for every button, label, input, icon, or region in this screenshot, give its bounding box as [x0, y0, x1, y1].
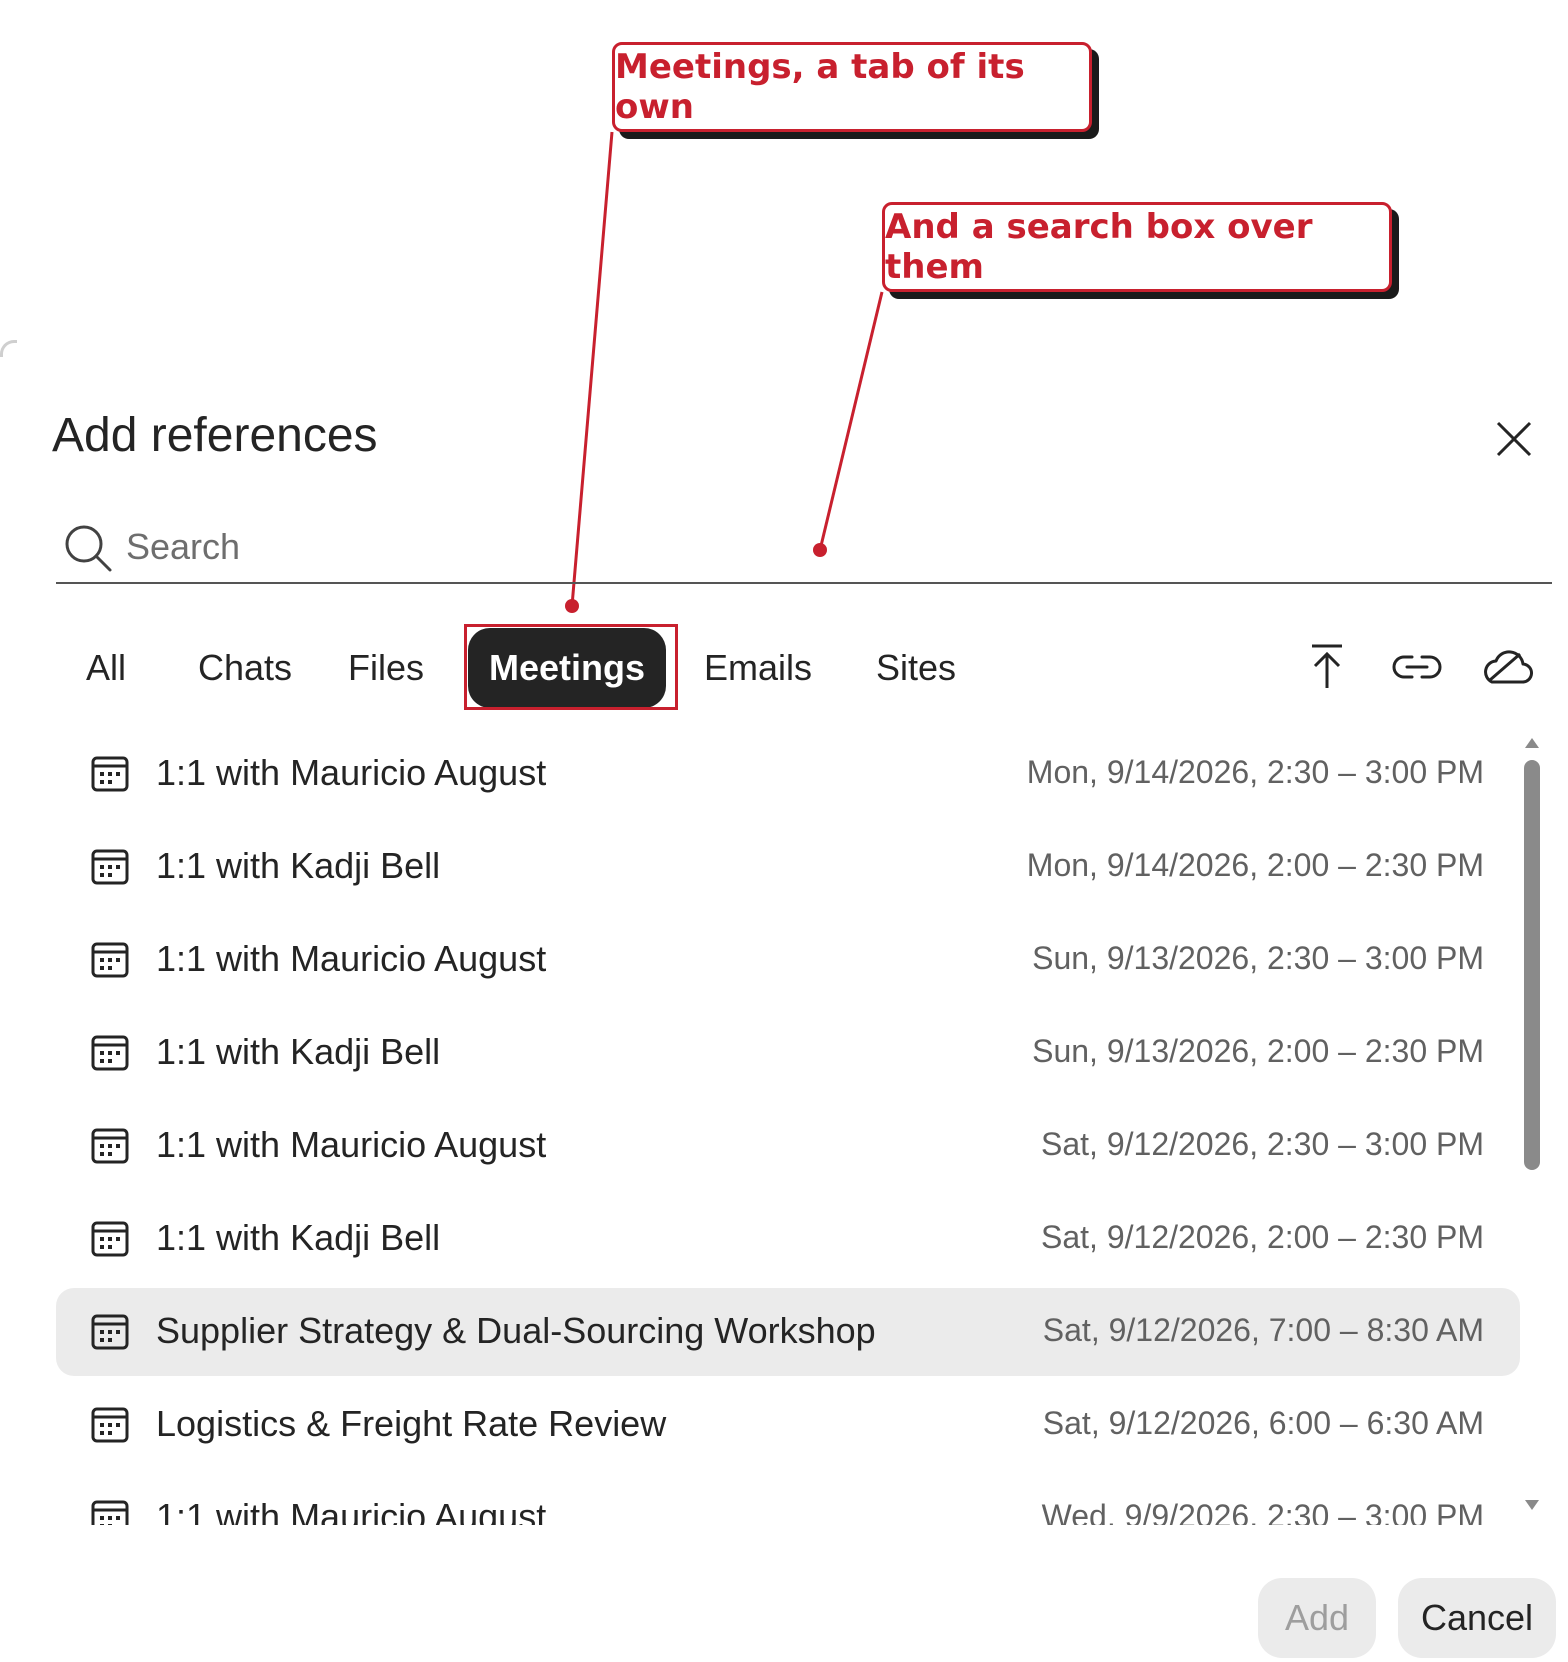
dialog-corner-edge	[0, 340, 17, 357]
tab-all[interactable]: All	[60, 628, 152, 708]
calendar-icon	[91, 849, 129, 885]
link-button[interactable]	[1390, 640, 1444, 694]
calendar-icon	[91, 942, 129, 978]
close-icon	[1496, 421, 1532, 457]
meeting-title: Logistics & Freight Rate Review	[156, 1403, 667, 1444]
link-icon	[1392, 655, 1442, 679]
meeting-title: 1:1 with Mauricio August	[156, 938, 547, 979]
meeting-datetime: Mon, 9/14/2026, 2:00 – 2:30 PM	[1026, 847, 1484, 883]
meetings-list: 1:1 with Mauricio August Mon, 9/14/2026,…	[56, 730, 1520, 1525]
meeting-title: 1:1 with Mauricio August	[156, 1496, 547, 1525]
scrollbar-thumb[interactable]	[1524, 760, 1540, 1170]
tab-sites[interactable]: Sites	[850, 628, 982, 708]
meeting-row[interactable]: 1:1 with Mauricio August Mon, 9/14/2026,…	[56, 730, 1520, 818]
meeting-row[interactable]: 1:1 with Kadji Bell Sat, 9/12/2026, 2:00…	[56, 1195, 1520, 1283]
calendar-icon	[91, 1500, 129, 1525]
meeting-datetime: Sat, 9/12/2026, 2:30 – 3:00 PM	[1041, 1126, 1484, 1162]
meeting-row-partial[interactable]: 1:1 with Mauricio August Wed, 9/9/2026, …	[56, 1474, 1520, 1525]
leader-dot-tab	[565, 599, 579, 613]
tab-chats[interactable]: Chats	[172, 628, 318, 708]
calendar-icon	[91, 1314, 129, 1350]
meeting-datetime: Sat, 9/12/2026, 2:00 – 2:30 PM	[1041, 1219, 1484, 1255]
meeting-datetime: Mon, 9/14/2026, 2:30 – 3:00 PM	[1026, 754, 1484, 790]
calendar-icon	[91, 1221, 129, 1257]
meeting-title: Supplier Strategy & Dual-Sourcing Worksh…	[156, 1310, 876, 1351]
meeting-title: 1:1 with Mauricio August	[156, 752, 547, 793]
calendar-icon	[91, 756, 129, 792]
cloud-button[interactable]	[1480, 640, 1534, 694]
tab-highlight-box	[464, 624, 678, 710]
meeting-title: 1:1 with Mauricio August	[156, 1124, 547, 1165]
meeting-row-selected[interactable]: Supplier Strategy & Dual-Sourcing Worksh…	[56, 1288, 1520, 1376]
meeting-row[interactable]: 1:1 with Kadji Bell Sun, 9/13/2026, 2:00…	[56, 1009, 1520, 1097]
meeting-row[interactable]: 1:1 with Kadji Bell Mon, 9/14/2026, 2:00…	[56, 823, 1520, 911]
meeting-datetime: Sun, 9/13/2026, 2:00 – 2:30 PM	[1032, 1033, 1484, 1069]
add-button[interactable]: Add	[1258, 1578, 1376, 1658]
meeting-title: 1:1 with Kadji Bell	[156, 845, 441, 886]
calendar-icon	[91, 1035, 129, 1071]
meeting-title: 1:1 with Kadji Bell	[156, 1031, 441, 1072]
search-icon	[65, 525, 112, 572]
dialog-title: Add references	[52, 409, 378, 462]
tab-files[interactable]: Files	[322, 628, 450, 708]
meeting-title: 1:1 with Kadji Bell	[156, 1217, 441, 1258]
scroll-down-arrow-icon[interactable]	[1524, 1498, 1540, 1512]
cancel-button[interactable]: Cancel	[1398, 1578, 1556, 1658]
meeting-row[interactable]: Logistics & Freight Rate Review Sat, 9/1…	[56, 1381, 1520, 1469]
cloud-icon	[1484, 650, 1533, 684]
search-input[interactable]	[124, 522, 1428, 572]
meeting-row[interactable]: 1:1 with Mauricio August Sat, 9/12/2026,…	[56, 1102, 1520, 1190]
meeting-datetime: Sat, 9/12/2026, 7:00 – 8:30 AM	[1042, 1312, 1484, 1348]
meeting-datetime: Sat, 9/12/2026, 6:00 – 6:30 AM	[1042, 1405, 1484, 1441]
upload-icon	[1312, 644, 1342, 688]
meeting-datetime: Sun, 9/13/2026, 2:30 – 3:00 PM	[1032, 940, 1484, 976]
upload-button[interactable]	[1300, 640, 1354, 694]
close-button[interactable]	[1490, 415, 1538, 463]
search-box[interactable]	[56, 508, 1552, 584]
calendar-icon	[91, 1128, 129, 1164]
meeting-datetime: Wed, 9/9/2026, 2:30 – 3:00 PM	[1041, 1498, 1484, 1525]
tab-emails[interactable]: Emails	[678, 628, 838, 708]
meeting-row[interactable]: 1:1 with Mauricio August Sun, 9/13/2026,…	[56, 916, 1520, 1004]
callout-meetings-tab: Meetings, a tab of its own	[612, 42, 1092, 132]
scroll-up-arrow-icon[interactable]	[1524, 736, 1540, 750]
calendar-icon	[91, 1407, 129, 1443]
callout-search-box: And a search box over them	[882, 202, 1392, 292]
